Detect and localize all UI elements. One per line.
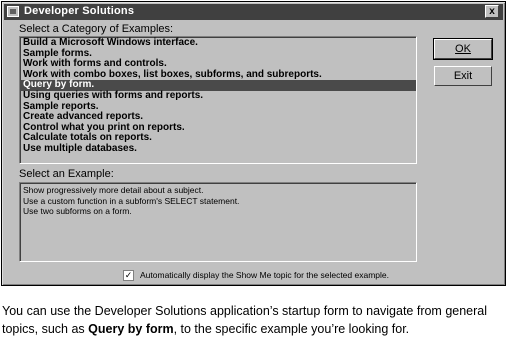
show-me-checkbox[interactable]: ✓ — [123, 270, 134, 281]
caption-part2: , to the specific example you’re looking… — [173, 322, 410, 336]
category-item[interactable]: Using queries with forms and reports. — [20, 90, 416, 102]
example-list[interactable]: Show progressively more detail about a s… — [19, 182, 417, 262]
ok-button[interactable]: OK — [433, 38, 493, 60]
example-heading: Select an Example: — [19, 168, 114, 180]
app-icon — [7, 6, 19, 17]
example-item[interactable]: Show progressively more detail about a s… — [20, 185, 416, 196]
show-me-label: Automatically display the Show Me topic … — [140, 270, 389, 280]
caption-bold: Query by form — [88, 322, 174, 336]
caption-text: You can use the Developer Solutions appl… — [2, 302, 502, 338]
category-list[interactable]: Build a Microsoft Windows interface. Samp… — [19, 36, 417, 164]
exit-button-label: Exit — [453, 70, 473, 82]
category-item[interactable]: Build a Microsoft Windows interface. — [20, 37, 416, 49]
developer-solutions-dialog: Developer Solutions x Select a Category … — [1, 1, 506, 286]
title-bar: Developer Solutions x — [4, 4, 503, 20]
window-title: Developer Solutions — [24, 5, 135, 17]
category-item[interactable]: Use multiple databases. — [20, 143, 416, 155]
example-item[interactable]: Use a custom function in a subform's SEL… — [20, 196, 416, 207]
example-item[interactable]: Use two subforms on a form. — [20, 206, 416, 217]
category-heading: Select a Category of Examples: — [19, 23, 174, 35]
exit-button[interactable]: Exit — [434, 66, 492, 86]
close-button[interactable]: x — [485, 5, 499, 18]
ok-button-label: OK — [455, 43, 471, 55]
